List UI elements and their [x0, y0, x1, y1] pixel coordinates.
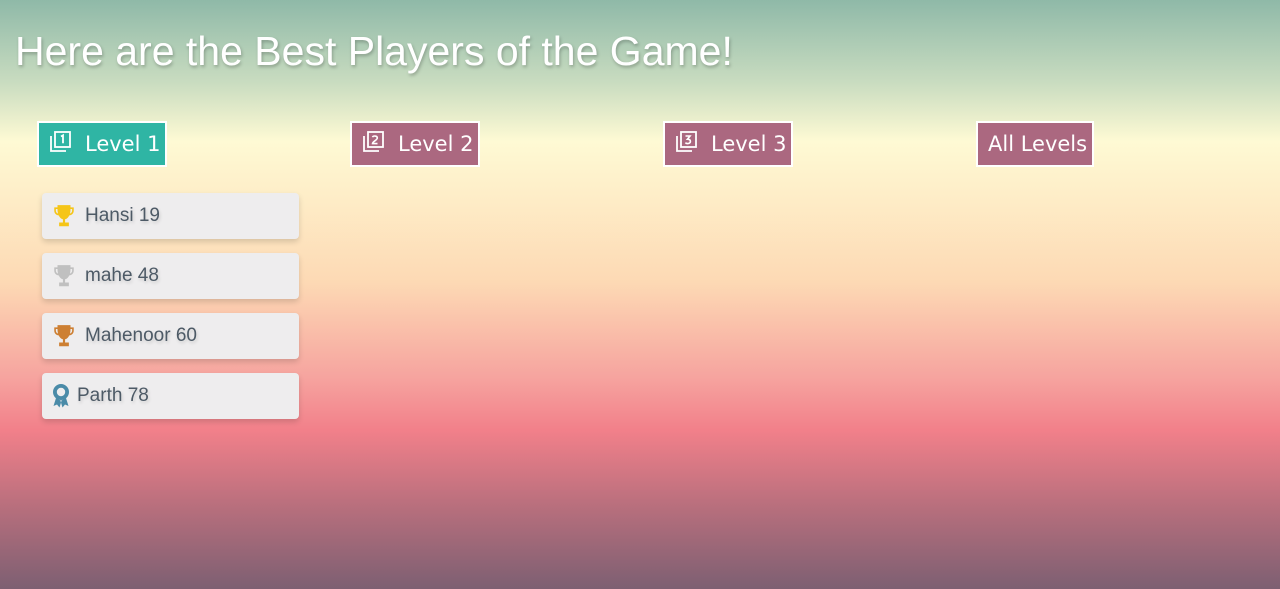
level-3-icon	[675, 130, 699, 154]
player-card-parth[interactable]: Parth 78	[42, 373, 299, 419]
tab-level-1[interactable]: Level 1	[37, 121, 167, 167]
player-name-score: Mahenoor 60	[85, 325, 197, 346]
player-name-score: Parth 78	[77, 385, 149, 406]
tab-level-3[interactable]: Level 3	[663, 121, 793, 167]
player-card-mahenoor[interactable]: Mahenoor 60	[42, 313, 299, 359]
player-name-score: mahe 48	[85, 265, 159, 286]
leaderboard-list: Hansi 19 mahe 48 Mahenoor 60 Parth 78	[42, 193, 299, 433]
tab-label: Level 1	[85, 132, 161, 156]
tab-level-2[interactable]: Level 2	[350, 121, 480, 167]
gold-trophy-icon	[51, 203, 77, 229]
tab-label: Level 2	[398, 132, 474, 156]
award-ribbon-icon	[51, 383, 71, 409]
player-card-mahe[interactable]: mahe 48	[42, 253, 299, 299]
tab-label: All Levels	[988, 132, 1088, 156]
level-1-icon	[49, 130, 73, 154]
tab-all-levels[interactable]: All Levels	[976, 121, 1094, 167]
bronze-trophy-icon	[51, 323, 77, 349]
player-name-score: Hansi 19	[85, 205, 160, 226]
player-card-hansi[interactable]: Hansi 19	[42, 193, 299, 239]
tab-label: Level 3	[711, 132, 787, 156]
level-2-icon	[362, 130, 386, 154]
silver-trophy-icon	[51, 263, 77, 289]
page-title: Here are the Best Players of the Game!	[15, 28, 733, 74]
